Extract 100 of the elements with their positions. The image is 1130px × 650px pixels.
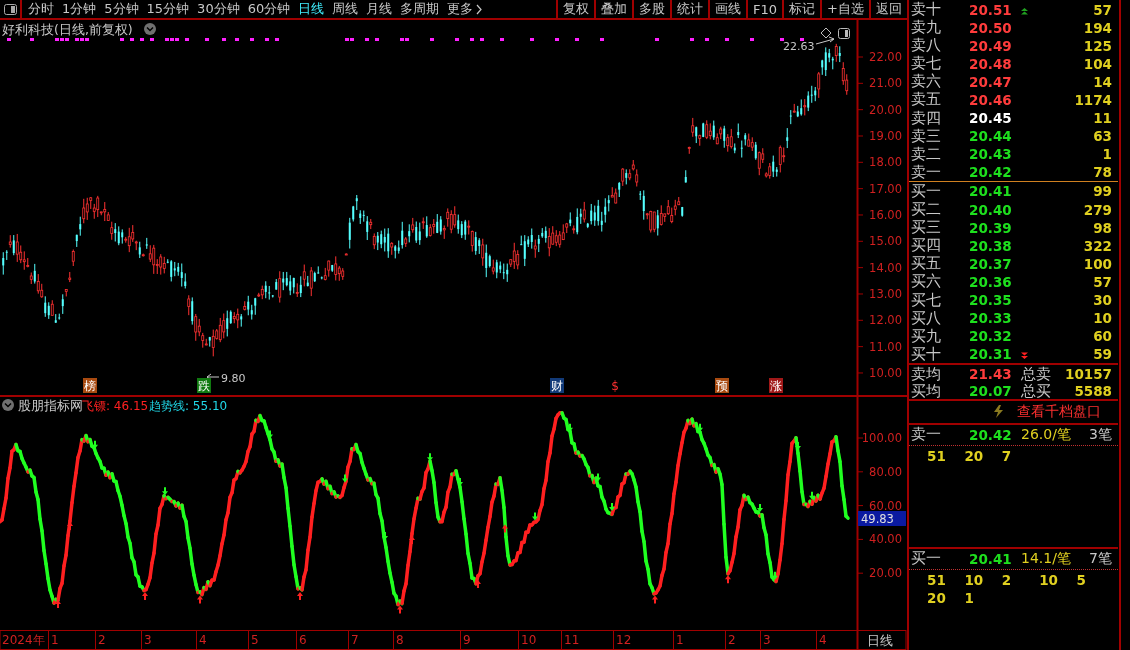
leader-line bbox=[815, 36, 835, 45]
queue-volume: 7 bbox=[1001, 447, 1013, 464]
toolbar-button[interactable]: 叠加 bbox=[594, 0, 633, 18]
queue-volume: 20 bbox=[927, 589, 947, 606]
period-tab[interactable]: 30分钟 bbox=[197, 0, 240, 18]
volume-value: 99 bbox=[1092, 183, 1112, 200]
price-value: 20.42 bbox=[969, 164, 1013, 181]
price-value: 20.35 bbox=[969, 292, 1013, 308]
volume-value: 57 bbox=[1092, 1, 1112, 18]
volume-value: 78 bbox=[1092, 164, 1112, 181]
level-label: 买三 bbox=[911, 218, 942, 238]
axis-label: 14.00 bbox=[869, 260, 902, 275]
price-value: 20.50 bbox=[969, 19, 1013, 36]
toolbar-button[interactable]: +自选 bbox=[820, 0, 869, 18]
collapse-icon[interactable] bbox=[2, 399, 14, 411]
period-tab[interactable]: 日线 bbox=[298, 0, 325, 18]
axis-label: 20.00 bbox=[869, 102, 902, 117]
toolbar-button[interactable]: 统计 bbox=[670, 0, 709, 18]
month-label: 8 bbox=[396, 633, 404, 647]
level-label: 卖六 bbox=[911, 72, 942, 91]
toolbar-button[interactable]: 复权 bbox=[556, 0, 595, 18]
toolbar-button[interactable]: 多股 bbox=[632, 0, 671, 18]
volume-value: 194 bbox=[1082, 19, 1112, 36]
volume-value: 322 bbox=[1082, 237, 1112, 254]
toolbar-button[interactable]: F10 bbox=[746, 0, 783, 18]
price-value: 20.51 bbox=[969, 1, 1013, 18]
period-tab[interactable]: 15分钟 bbox=[146, 0, 190, 18]
order-count: 3笔 bbox=[1089, 425, 1112, 444]
toolbar-button[interactable]: 标记 bbox=[782, 0, 821, 18]
axis-label: 10.00 bbox=[869, 365, 902, 380]
chevron-icon bbox=[476, 3, 483, 15]
month-label: 6 bbox=[299, 633, 307, 647]
event-marker[interactable]: $ bbox=[611, 379, 619, 393]
low-price-label: 9.80 bbox=[221, 372, 246, 385]
total-volume: 5588 bbox=[1073, 383, 1112, 400]
volume-value: 1 bbox=[1101, 146, 1112, 163]
event-marker[interactable]: 跌 bbox=[197, 378, 211, 393]
price-value: 20.47 bbox=[969, 73, 1013, 90]
depth-link[interactable]: 查看千档盘口 bbox=[1017, 402, 1101, 421]
level-label: 卖三 bbox=[911, 126, 942, 146]
axis-label: 15.00 bbox=[869, 234, 902, 249]
event-marker[interactable]: 涨 bbox=[769, 378, 783, 393]
volume-value: 60 bbox=[1092, 328, 1112, 345]
level-label: 买一 bbox=[911, 181, 942, 201]
month-label: 1 bbox=[676, 633, 684, 647]
axis-label: 80.00 bbox=[869, 464, 902, 479]
event-marker[interactable]: 预 bbox=[715, 378, 729, 393]
queue-volume: 10 bbox=[1039, 571, 1059, 588]
axis-label: 21.00 bbox=[869, 76, 902, 91]
panel-toggle-icon[interactable] bbox=[3, 3, 17, 15]
price-value: 20.43 bbox=[969, 146, 1013, 163]
month-label: 2 bbox=[98, 633, 106, 647]
queue-volume: 51 bbox=[927, 571, 947, 588]
period-tab[interactable]: 分时 bbox=[28, 0, 54, 18]
price-value: 20.42 bbox=[969, 426, 1013, 443]
volume-value: 10 bbox=[1092, 310, 1112, 327]
toolbar-button[interactable]: 返回 bbox=[869, 0, 907, 18]
price-value: 20.31 bbox=[969, 346, 1013, 363]
volume-value: 100 bbox=[1082, 255, 1112, 272]
volume-value: 104 bbox=[1082, 55, 1112, 72]
volume-value: 279 bbox=[1082, 201, 1112, 218]
volume-value: 63 bbox=[1092, 128, 1112, 145]
month-label: 11 bbox=[564, 633, 580, 647]
price-value: 20.41 bbox=[969, 183, 1013, 200]
period-tab[interactable]: 多周期 bbox=[400, 0, 440, 18]
period-tab[interactable]: 月线 bbox=[366, 0, 393, 18]
event-marker[interactable]: 财 bbox=[550, 378, 564, 393]
high-price-label: 22.63 bbox=[783, 40, 815, 53]
queue-volume: 5 bbox=[1076, 571, 1087, 588]
axis-label: 13.00 bbox=[869, 286, 902, 301]
price-value: 20.32 bbox=[969, 328, 1013, 345]
level-label: 卖一 bbox=[911, 425, 942, 445]
order-count: 7笔 bbox=[1089, 549, 1112, 568]
period-tab[interactable]: 更多 bbox=[447, 0, 483, 18]
axis-label: 18.00 bbox=[869, 155, 902, 170]
diamond-icon[interactable] bbox=[820, 27, 832, 39]
total-label: 总卖 bbox=[1021, 364, 1052, 384]
level-label: 卖二 bbox=[911, 144, 942, 164]
queue-volume: 20 bbox=[964, 447, 985, 464]
event-marker[interactable]: 榜 bbox=[83, 378, 97, 393]
month-label: 4 bbox=[199, 633, 207, 647]
toolbar-button[interactable]: 画线 bbox=[708, 0, 747, 18]
queue-volume: 1 bbox=[964, 589, 975, 606]
price-value: 20.38 bbox=[969, 237, 1013, 254]
price-value: 20.37 bbox=[969, 255, 1013, 272]
period-tab[interactable]: 60分钟 bbox=[247, 0, 291, 18]
period-tab[interactable]: 周线 bbox=[332, 0, 359, 18]
level-label: 买八 bbox=[911, 308, 942, 328]
price-value: 20.45 bbox=[969, 110, 1013, 127]
dropdown-icon[interactable] bbox=[144, 23, 156, 35]
level-label: 买九 bbox=[911, 326, 942, 346]
period-tab[interactable]: 1分钟 bbox=[62, 0, 97, 18]
level-label: 卖八 bbox=[911, 36, 942, 55]
period-tab[interactable]: 5分钟 bbox=[104, 0, 139, 18]
axis-label: 40.00 bbox=[869, 532, 902, 547]
total-label: 总买 bbox=[1021, 381, 1052, 401]
axis-label: 100.00 bbox=[861, 431, 902, 445]
window-icon[interactable] bbox=[838, 28, 850, 39]
queue-volume: 10 bbox=[964, 571, 985, 588]
year-label: 2024年 bbox=[2, 633, 45, 647]
